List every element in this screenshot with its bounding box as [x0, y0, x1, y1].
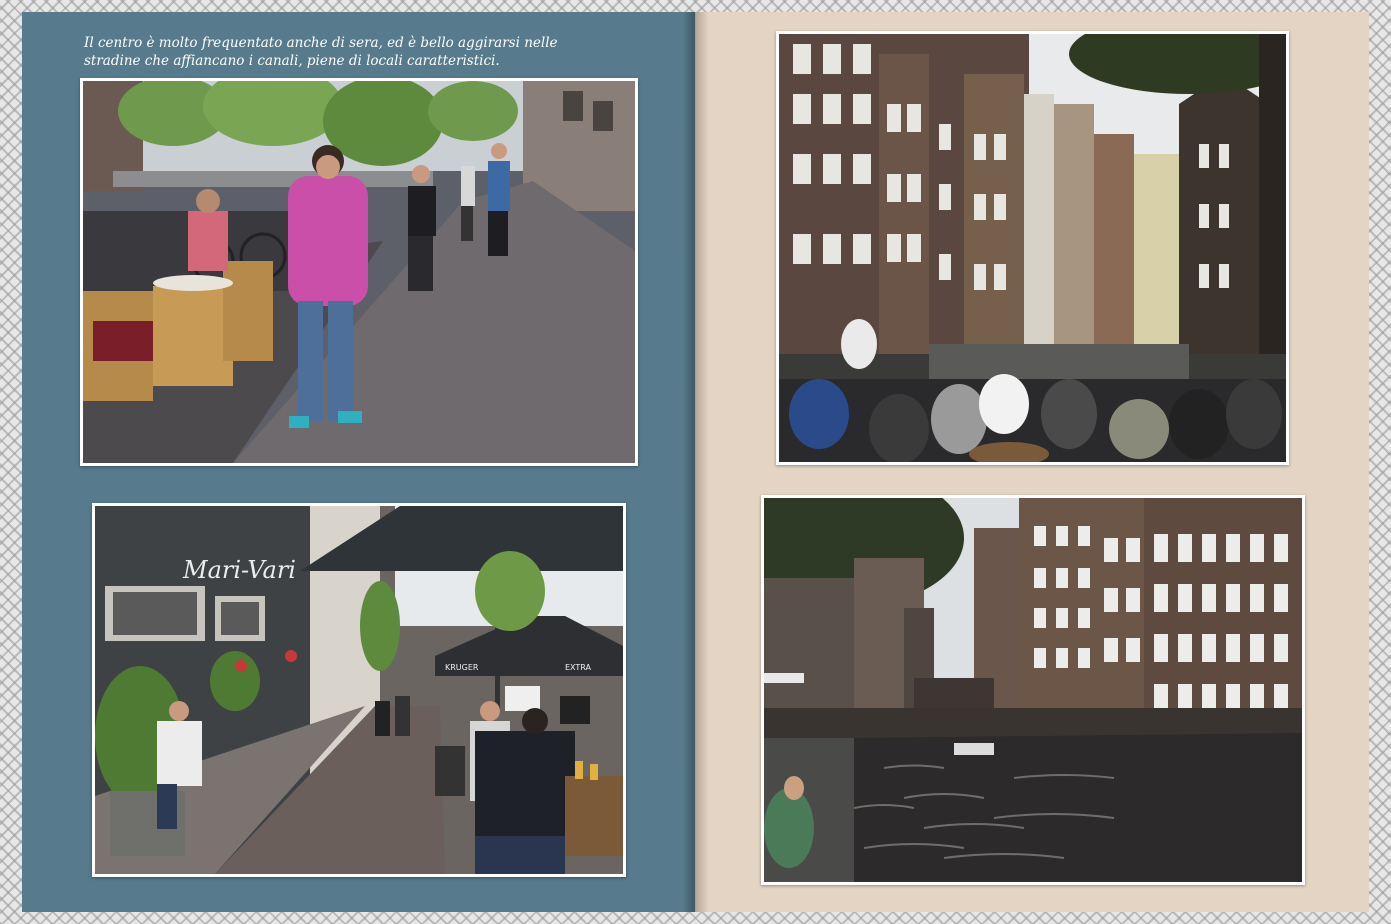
page-caption: Il centro è molto frequentato anche di s…	[84, 34, 644, 70]
photo-narrow-street-cafes-image: Mari-Vari EXTRA KRUGER	[95, 506, 623, 874]
awning-text: EXTRA	[565, 663, 592, 672]
awning-text-2: KRUGER	[445, 663, 479, 672]
photo-canal-dusk	[761, 495, 1305, 885]
caption-line-2: stradine che affiancano i canali, piene …	[84, 53, 500, 69]
photo-street-woman-image	[83, 81, 635, 463]
book-spine	[683, 12, 709, 912]
photo-street-woman	[80, 78, 638, 466]
caption-line-1: Il centro è molto frequentato anche di s…	[84, 35, 558, 51]
cafe-sign-text: Mari-Vari	[182, 556, 296, 584]
photo-canal-houses-terrace-image	[779, 34, 1286, 462]
photo-canal-houses-terrace	[776, 31, 1289, 465]
photo-canal-dusk-image	[764, 498, 1302, 882]
photo-narrow-street-cafes: Mari-Vari EXTRA KRUGER	[92, 503, 626, 877]
